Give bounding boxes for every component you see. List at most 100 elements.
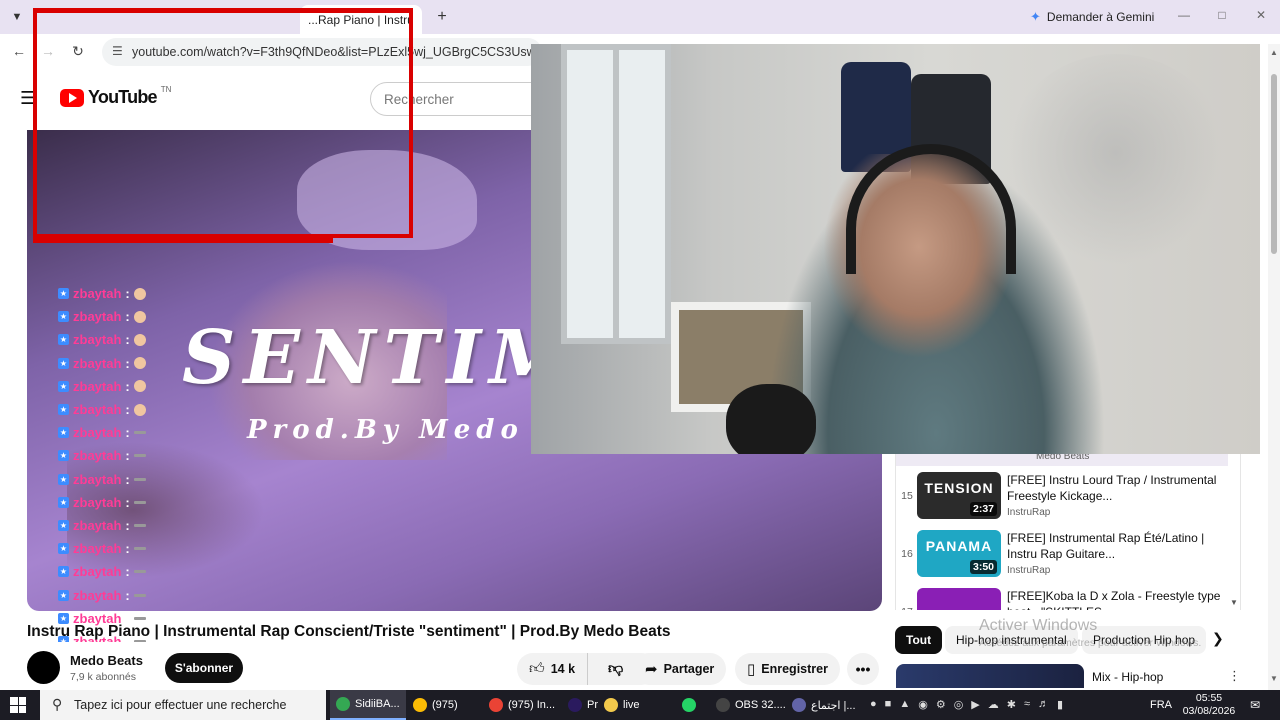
chevron-right-icon[interactable]: ❯ [1212, 630, 1224, 647]
close-icon[interactable]: ✕ [1251, 8, 1271, 22]
address-bar[interactable]: ☰ youtube.com/watch?v=F3th9QfNDeo&list=P… [102, 38, 542, 66]
minimize-icon[interactable]: — [1174, 8, 1194, 22]
chat-username: zbaytah [73, 378, 122, 394]
dislike-button[interactable]: 👎︎ [594, 660, 637, 678]
volume-icon[interactable]: ♬ [1038, 698, 1049, 711]
taskbar-app[interactable] [676, 690, 707, 720]
taskbar-app[interactable]: (975) [407, 690, 464, 720]
tray-icon[interactable]: ▲ [899, 698, 910, 711]
webcam-window [561, 44, 671, 344]
taskbar-clock[interactable]: 05:55 03/08/2026 [1180, 692, 1238, 718]
playlist-item[interactable]: 15 TENSION 2:37 [FREE] Instru Lourd Trap / … [896, 470, 1226, 526]
playlist-item-channel[interactable]: InstruRap [1007, 507, 1050, 518]
tab-search-chevron-icon[interactable]: ▼ [8, 8, 26, 26]
video-overlay-prod: Prod.By Medo [247, 415, 524, 445]
scrollbar-thumb[interactable] [1271, 74, 1277, 254]
tray-icon[interactable]: ● [870, 698, 877, 711]
taskbar-app[interactable]: اجتماع |... [786, 690, 862, 720]
app-icon [604, 698, 618, 712]
battery-icon[interactable]: ▮ [1057, 698, 1063, 711]
chat-emote-icon [133, 593, 146, 597]
taskbar-app[interactable]: OBS 32.... [710, 690, 792, 720]
chat-separator: : [125, 402, 130, 418]
playlist-item-title[interactable]: [FREE] Instru Lourd Trap / Instrumental … [1007, 472, 1222, 504]
tray-icon[interactable]: ◉ [918, 698, 928, 711]
chat-separator: : [125, 309, 130, 325]
chat-line: ★ zbaytah: [58, 444, 168, 467]
menu-icon[interactable]: ☰ [20, 88, 36, 109]
chat-username: zbaytah [73, 355, 122, 371]
chat-badge-icon: ★ [58, 427, 69, 439]
chat-emote-icon [133, 477, 146, 481]
playlist-scroll-down-icon[interactable]: ▼ [1230, 598, 1238, 607]
tray-icon[interactable]: ■ [885, 698, 892, 711]
playlist-item-title[interactable]: [FREE]Koba la D x Zola - Freestyle type … [1007, 588, 1222, 610]
keyboard-language[interactable]: FRA [1150, 699, 1172, 711]
gemini-button[interactable]: ✦ Demander à Gemini [1020, 6, 1164, 28]
mix-thumbnail[interactable] [896, 664, 1084, 688]
taskbar-app[interactable]: live [598, 690, 646, 720]
taskbar-app[interactable]: (975) In... [483, 690, 561, 720]
chat-emote-icon [133, 380, 146, 393]
channel-name[interactable]: Medo Beats [70, 653, 143, 668]
share-button[interactable]: ➦ Partager [633, 653, 727, 685]
site-info-icon[interactable]: ☰ [112, 44, 123, 58]
scroll-down-icon[interactable]: ▼ [1270, 674, 1278, 683]
youtube-logo[interactable]: YouTube TN [60, 85, 171, 108]
search-input[interactable]: Rechercher [370, 82, 540, 116]
chat-badge-icon: ★ [58, 357, 69, 369]
browser-tab-strip: ▼ ...Rap Piano | Instru + ✦ Demander à G… [0, 0, 1280, 34]
clock-date: 03/08/2026 [1182, 705, 1236, 717]
reload-icon[interactable]: ↻ [68, 43, 88, 60]
taskbar-app-label: اجتماع |... [811, 699, 856, 712]
back-arrow-icon[interactable]: ← [9, 43, 29, 59]
chat-badge-icon: ★ [58, 519, 69, 531]
chat-username: zbaytah [73, 309, 122, 325]
notification-icon[interactable]: ✉ [1250, 698, 1260, 712]
windows-start-icon[interactable] [10, 697, 26, 713]
search-icon: ⚲ [52, 696, 63, 712]
mix-more-icon[interactable]: ⋮ [1228, 668, 1241, 684]
scroll-up-icon[interactable]: ▲ [1270, 48, 1278, 57]
filter-chip[interactable]: Tout [895, 626, 943, 654]
browser-tab-active[interactable]: ...Rap Piano | Instru [300, 5, 422, 34]
thumbnail-text: TENSION [924, 480, 994, 496]
video-title: Instru Rap Piano | Instrumental Rap Cons… [27, 623, 671, 640]
playlist-item-channel[interactable]: InstruRap [1007, 565, 1050, 576]
owner-row: Medo Beats 7,9 k abonnés S'abonner 👍︎ 14… [27, 650, 887, 686]
playlist-thumbnail[interactable]: PANAMA 3:50 [917, 530, 1001, 577]
playlist-thumbnail[interactable]: TENSION 2:37 [917, 472, 1001, 519]
forward-arrow-icon[interactable]: → [38, 43, 58, 59]
wifi-icon[interactable]: ≈ [1024, 698, 1030, 711]
tray-icon[interactable]: ☁ [988, 698, 999, 711]
chat-username: zbaytah [73, 587, 122, 603]
chat-badge-icon: ★ [58, 589, 69, 601]
tray-icon[interactable]: ◎ [954, 698, 964, 711]
subscriber-count: 7,9 k abonnés [70, 671, 136, 683]
thumbs-up-icon: 👍︎ [529, 660, 545, 677]
chat-separator: : [125, 425, 130, 441]
mix-title[interactable]: Mix - Hip-hop [1092, 670, 1163, 684]
save-button[interactable]: ▯ Enregistrer [735, 653, 840, 685]
chat-badge-icon: ★ [58, 450, 69, 462]
playlist-item-title[interactable]: [FREE] Instrumental Rap Été/Latino | Ins… [1007, 530, 1222, 562]
channel-avatar[interactable] [27, 651, 60, 684]
bluetooth-icon[interactable]: ✱ [1007, 698, 1016, 711]
taskbar-app[interactable]: SidiiBA... [330, 690, 406, 720]
page-scrollbar[interactable]: ▲ ▼ [1268, 44, 1280, 690]
subscribe-button[interactable]: S'abonner [165, 653, 243, 683]
tray-icon[interactable]: ⚙ [936, 698, 946, 711]
playlist-thumbnail[interactable] [917, 588, 1001, 610]
new-tab-button[interactable]: + [432, 8, 452, 26]
more-actions-button[interactable]: ••• [847, 653, 879, 685]
playlist-current-item[interactable]: Medo Beats [896, 454, 1228, 466]
maximize-icon[interactable]: □ [1212, 8, 1232, 22]
like-button[interactable]: 👍︎ 14 k [517, 653, 589, 685]
thumbs-down-icon: 👎︎ [608, 660, 624, 677]
chat-separator: : [125, 587, 130, 603]
video-pillow [297, 150, 477, 250]
tray-icon[interactable]: ▶ [971, 698, 979, 711]
playlist-item[interactable]: 17 [FREE]Koba la D x Zola - Freestyle typ… [896, 586, 1226, 610]
taskbar-search[interactable]: ⚲ Tapez ici pour effectuer une recherche [40, 690, 326, 720]
playlist-item[interactable]: 16 PANAMA 3:50 [FREE] Instrumental Rap Été/… [896, 528, 1226, 584]
